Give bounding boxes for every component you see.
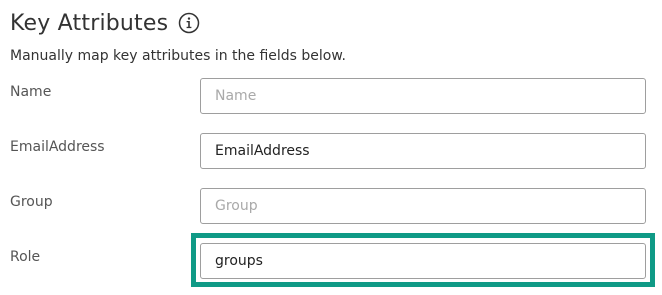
section-header: Key Attributes — [10, 6, 200, 40]
field-label-group: Group — [10, 194, 53, 210]
info-icon[interactable] — [178, 12, 200, 34]
field-label-role: Role — [10, 249, 41, 265]
field-label-name: Name — [10, 84, 52, 100]
group-input[interactable] — [200, 188, 646, 224]
section-title: Key Attributes — [10, 10, 169, 36]
field-label-email-address: EmailAddress — [10, 139, 105, 155]
role-input[interactable] — [200, 243, 646, 279]
field-row-name: Name — [0, 78, 662, 118]
field-row-role: Role — [0, 243, 662, 283]
field-row-group: Group — [0, 188, 662, 228]
section-description: Manually map key attributes in the field… — [10, 48, 346, 64]
name-input[interactable] — [200, 78, 646, 114]
field-row-email-address: EmailAddress — [0, 133, 662, 173]
email-address-input[interactable] — [200, 133, 646, 169]
